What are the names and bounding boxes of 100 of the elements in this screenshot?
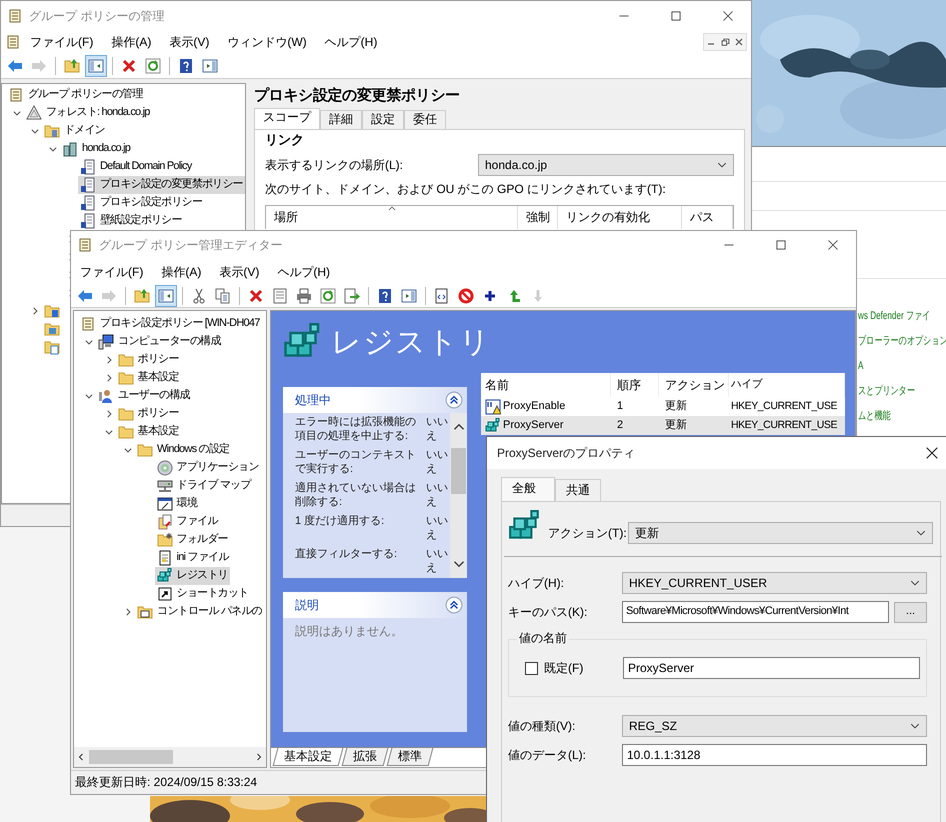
tree-item[interactable]: プロキシ設定ポリシー [WIN-DH047 xyxy=(78,315,262,333)
tree-item[interactable]: ファイル xyxy=(154,513,220,531)
tree-item[interactable]: コントロール パネルの xyxy=(135,603,264,621)
folder-icon xyxy=(118,370,134,386)
collapse-icon[interactable] xyxy=(445,391,463,409)
menu-item[interactable]: ファイル(F) xyxy=(21,32,102,52)
tree-item[interactable]: ポリシー xyxy=(116,405,180,423)
table-cell-text: 2 xyxy=(616,418,624,432)
column-header[interactable]: リンクの有効化 xyxy=(558,206,682,229)
tree-item[interactable]: ポリシー xyxy=(116,351,180,369)
tree-item[interactable]: アプリケーション xyxy=(154,459,260,477)
tree-item[interactable]: honda.co.jp xyxy=(60,140,132,158)
value-type-dropdown[interactable]: REG_SZ xyxy=(622,715,927,737)
column-header[interactable]: 強制 xyxy=(518,206,558,229)
tree-item[interactable]: 基本設定 xyxy=(116,369,180,387)
scrollbar-thumb[interactable] xyxy=(451,448,466,494)
scroll-right-icon[interactable] xyxy=(255,753,263,761)
tree-item[interactable]: フォレスト: honda.co.jp xyxy=(24,104,152,122)
panel-title: 説明 xyxy=(295,598,319,612)
settings-link[interactable]: ブローラーのオプション xyxy=(858,332,946,351)
column-header[interactable]: 名前 xyxy=(481,373,611,397)
close-icon[interactable] xyxy=(722,10,734,22)
tree-item[interactable]: ドライブ マップ xyxy=(154,477,253,495)
help-icon xyxy=(377,288,393,304)
policy-title: プロキシ設定の変更禁ポリシー xyxy=(254,87,461,106)
option-value: いいえ xyxy=(426,448,449,476)
tree-item[interactable]: ドメイン xyxy=(42,122,107,140)
menu-item[interactable]: 操作(A) xyxy=(102,32,160,52)
tree-item[interactable]: ini ファイル xyxy=(154,549,231,567)
tab[interactable]: 設定 xyxy=(362,110,404,129)
tree-item[interactable]: Default Domain Policy xyxy=(78,158,194,176)
tab[interactable]: 標準 xyxy=(386,748,434,766)
building-icon xyxy=(62,141,78,157)
browse-button[interactable]: ... xyxy=(894,602,927,622)
column-header[interactable]: 場所 xyxy=(266,206,518,229)
cubes-icon xyxy=(156,568,172,584)
scrollbar[interactable] xyxy=(74,747,266,767)
tree-item[interactable]: レジストリ xyxy=(154,567,230,585)
restore-icon[interactable] xyxy=(720,38,730,46)
close-icon[interactable] xyxy=(925,446,939,460)
table-row[interactable]: ProxyServer 2 更新 HKEY_CURRENT_USE xyxy=(481,416,845,435)
tree-item[interactable]: プロキシ設定の変更禁ポリシー xyxy=(78,176,245,194)
hive-dropdown[interactable]: HKEY_CURRENT_USER xyxy=(622,572,927,594)
printer-icon xyxy=(296,288,312,304)
checkbox-label: 既定(F) xyxy=(544,660,584,676)
field-label: アクション(T): xyxy=(548,526,628,540)
tab[interactable]: 詳細 xyxy=(320,110,362,129)
tree-item[interactable]: フォルダー xyxy=(154,531,230,549)
column-header[interactable]: アクション xyxy=(659,373,729,397)
scroll-left-icon[interactable] xyxy=(77,753,85,761)
tree-item[interactable]: グループ ポリシーの管理 xyxy=(6,86,144,104)
settings-link[interactable]: ws Defender ファイ xyxy=(858,307,930,326)
settings-link[interactable]: ムと機能 xyxy=(858,407,891,426)
menu-item[interactable]: ヘルプ(H) xyxy=(268,262,339,282)
tree-item[interactable]: 環境 xyxy=(154,495,199,513)
menu-item[interactable]: ウィンドウ(W) xyxy=(218,32,316,52)
tree-item[interactable]: Windows の設定 xyxy=(135,441,232,459)
copy-icon xyxy=(215,288,231,304)
scrollbar[interactable] xyxy=(450,413,467,578)
tab[interactable]: 全般 xyxy=(501,477,555,501)
column-header[interactable]: パス xyxy=(682,206,733,229)
menu-item[interactable]: 表示(V) xyxy=(160,32,218,52)
value-data-field[interactable]: 10.0.1.1:3128 xyxy=(622,744,927,766)
tree-item[interactable]: コンピューターの構成 xyxy=(96,333,222,351)
scroll-icon xyxy=(7,8,23,24)
close-icon[interactable] xyxy=(827,239,839,251)
menu-item[interactable]: 操作(A) xyxy=(152,262,210,282)
document-icon xyxy=(80,177,96,193)
checkbox[interactable] xyxy=(525,662,538,674)
tab[interactable]: スコープ xyxy=(254,108,320,129)
menu-item[interactable]: 表示(V) xyxy=(210,262,268,282)
tree-item[interactable]: 壁紙設定ポリシー xyxy=(78,212,184,230)
tab[interactable]: 共通 xyxy=(555,479,601,501)
tab[interactable]: 基本設定 xyxy=(272,748,344,766)
table-cell-text: 1 xyxy=(616,400,624,414)
tab[interactable]: 拡張 xyxy=(342,748,388,766)
export-icon xyxy=(344,288,360,304)
key-path-field[interactable]: Software¥Microsoft¥Windows¥CurrentVersion¥Int xyxy=(622,601,889,623)
tree-item[interactable]: プロキシ設定ポリシー xyxy=(78,194,204,212)
column-header[interactable]: 順序 xyxy=(611,373,659,397)
tree-item[interactable]: 基本設定 xyxy=(116,423,180,441)
value-name-field[interactable]: ProxyServer xyxy=(623,657,920,679)
maximize-icon[interactable] xyxy=(670,10,682,22)
column-header[interactable]: ハイブ xyxy=(729,373,845,397)
collapse-icon[interactable] xyxy=(445,596,463,614)
back-arrow-icon xyxy=(77,288,93,304)
maximize-icon[interactable] xyxy=(775,239,787,251)
folder-up-icon xyxy=(134,288,150,304)
tab[interactable]: 委任 xyxy=(404,110,446,129)
settings-link[interactable]: A xyxy=(858,357,864,376)
action-dropdown[interactable]: 更新 xyxy=(628,522,933,544)
scroll-icon xyxy=(8,87,24,103)
settings-link[interactable]: スとプリンター xyxy=(858,382,915,401)
tree-item[interactable]: ショートカット xyxy=(154,585,250,603)
menu-item[interactable]: ファイル(F) xyxy=(71,262,152,282)
table-row[interactable]: ProxyEnable 1 更新 HKEY_CURRENT_USE xyxy=(481,397,845,416)
menu-item[interactable]: ヘルプ(H) xyxy=(316,32,386,52)
tree-item[interactable]: ユーザーの構成 xyxy=(96,387,192,405)
location-dropdown[interactable]: honda.co.jp xyxy=(478,154,734,176)
panel-icon xyxy=(158,288,174,304)
